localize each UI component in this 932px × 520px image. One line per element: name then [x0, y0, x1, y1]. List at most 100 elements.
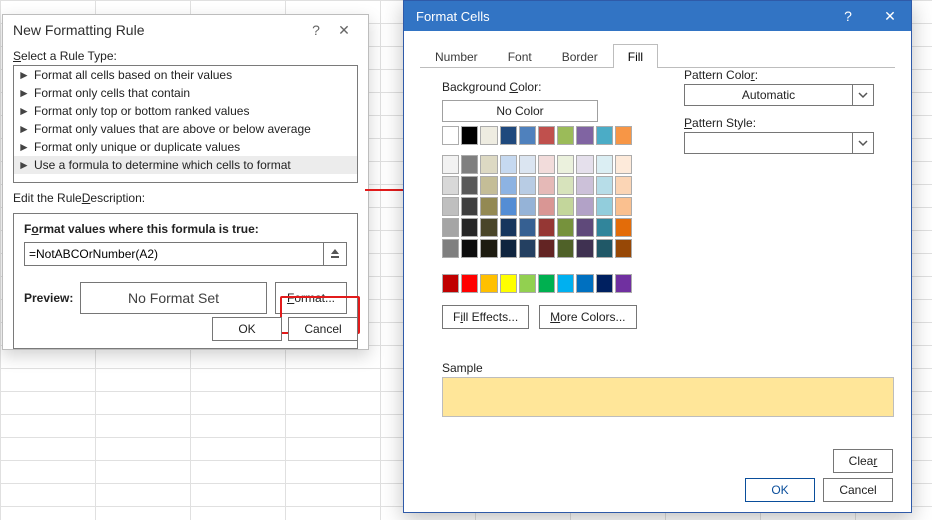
pattern-style-dropdown[interactable] — [684, 132, 874, 154]
clear-button[interactable]: Clear — [833, 449, 893, 473]
color-swatch[interactable] — [538, 197, 555, 216]
dialog-titlebar[interactable]: Format Cells ? ✕ — [404, 1, 911, 31]
color-swatch[interactable] — [480, 176, 497, 195]
color-swatch[interactable] — [538, 239, 555, 258]
format-button[interactable]: Format... — [275, 282, 347, 314]
color-swatch[interactable] — [480, 274, 497, 293]
cancel-button[interactable]: Cancel — [823, 478, 893, 502]
color-swatch[interactable] — [442, 274, 459, 293]
color-swatch[interactable] — [538, 176, 555, 195]
rule-type-item[interactable]: ►Format only unique or duplicate values — [14, 138, 357, 156]
color-swatch[interactable] — [461, 197, 478, 216]
color-swatch[interactable] — [538, 155, 555, 174]
color-swatch[interactable] — [596, 197, 613, 216]
rule-type-item[interactable]: ►Use a formula to determine which cells … — [14, 156, 357, 174]
color-swatch[interactable] — [576, 176, 593, 195]
color-swatch[interactable] — [596, 239, 613, 258]
formula-input[interactable] — [25, 244, 323, 264]
color-swatch[interactable] — [576, 274, 593, 293]
color-swatch[interactable] — [596, 176, 613, 195]
color-swatch[interactable] — [461, 239, 478, 258]
color-swatch[interactable] — [538, 218, 555, 237]
tab-number[interactable]: Number — [420, 44, 493, 68]
color-swatch[interactable] — [576, 218, 593, 237]
color-swatch[interactable] — [480, 218, 497, 237]
color-swatch[interactable] — [519, 274, 536, 293]
color-swatch[interactable] — [461, 155, 478, 174]
more-colors-button[interactable]: More Colors... — [539, 305, 636, 329]
color-swatch[interactable] — [576, 126, 593, 145]
color-swatch[interactable] — [557, 155, 574, 174]
color-swatch[interactable] — [557, 126, 574, 145]
color-swatch[interactable] — [519, 239, 536, 258]
color-swatch[interactable] — [500, 126, 517, 145]
color-swatch[interactable] — [480, 126, 497, 145]
color-swatch[interactable] — [576, 155, 593, 174]
color-swatch[interactable] — [538, 274, 555, 293]
color-swatch[interactable] — [519, 218, 536, 237]
color-swatch[interactable] — [461, 176, 478, 195]
color-swatch[interactable] — [519, 197, 536, 216]
color-swatch[interactable] — [538, 126, 555, 145]
color-swatch[interactable] — [461, 218, 478, 237]
color-swatch[interactable] — [615, 197, 632, 216]
color-swatch[interactable] — [442, 155, 459, 174]
color-swatch[interactable] — [461, 274, 478, 293]
color-swatch[interactable] — [576, 197, 593, 216]
color-swatch[interactable] — [615, 218, 632, 237]
color-swatch[interactable] — [461, 126, 478, 145]
color-swatch[interactable] — [557, 218, 574, 237]
color-swatch[interactable] — [480, 155, 497, 174]
rule-type-item[interactable]: ►Format all cells based on their values — [14, 66, 357, 84]
color-swatch[interactable] — [615, 176, 632, 195]
color-swatch[interactable] — [557, 197, 574, 216]
color-swatch[interactable] — [615, 126, 632, 145]
color-swatch[interactable] — [596, 126, 613, 145]
tab-font[interactable]: Font — [493, 44, 547, 68]
collapse-dialog-icon[interactable] — [323, 243, 346, 265]
rule-type-item[interactable]: ►Format only top or bottom ranked values — [14, 102, 357, 120]
dialog-titlebar[interactable]: New Formatting Rule ? ✕ — [3, 15, 368, 45]
color-swatch[interactable] — [615, 274, 632, 293]
color-swatch[interactable] — [519, 176, 536, 195]
color-swatch[interactable] — [500, 218, 517, 237]
color-swatch[interactable] — [519, 126, 536, 145]
color-swatch[interactable] — [596, 155, 613, 174]
pattern-color-dropdown[interactable]: Automatic — [684, 84, 874, 106]
color-swatch[interactable] — [500, 274, 517, 293]
cancel-button[interactable]: Cancel — [288, 317, 358, 341]
color-swatch[interactable] — [596, 274, 613, 293]
color-swatch[interactable] — [500, 155, 517, 174]
tab-border[interactable]: Border — [547, 44, 613, 68]
ok-button[interactable]: OK — [745, 478, 815, 502]
color-swatch[interactable] — [500, 176, 517, 195]
rule-type-item[interactable]: ►Format only values that are above or be… — [14, 120, 357, 138]
color-swatch[interactable] — [596, 218, 613, 237]
ok-button[interactable]: OK — [212, 317, 282, 341]
color-swatch[interactable] — [615, 239, 632, 258]
fill-effects-button[interactable]: Fill Effects... — [442, 305, 529, 329]
color-swatch[interactable] — [442, 197, 459, 216]
color-swatch[interactable] — [442, 239, 459, 258]
help-icon[interactable]: ? — [302, 22, 330, 38]
color-swatch[interactable] — [557, 239, 574, 258]
color-swatch[interactable] — [480, 239, 497, 258]
color-swatch[interactable] — [442, 176, 459, 195]
color-swatch[interactable] — [500, 197, 517, 216]
tab-fill[interactable]: Fill — [613, 44, 658, 68]
color-swatch[interactable] — [442, 126, 459, 145]
color-swatch[interactable] — [615, 155, 632, 174]
color-swatch[interactable] — [480, 197, 497, 216]
color-swatch[interactable] — [519, 155, 536, 174]
help-icon[interactable]: ? — [827, 1, 869, 31]
color-swatch[interactable] — [557, 274, 574, 293]
close-icon[interactable]: ✕ — [330, 22, 358, 39]
color-swatch[interactable] — [576, 239, 593, 258]
rule-type-list[interactable]: ►Format all cells based on their values►… — [13, 65, 358, 183]
rule-type-item[interactable]: ►Format only cells that contain — [14, 84, 357, 102]
color-swatch[interactable] — [442, 218, 459, 237]
color-swatch[interactable] — [500, 239, 517, 258]
close-icon[interactable]: ✕ — [869, 1, 911, 31]
color-swatch[interactable] — [557, 176, 574, 195]
no-color-button[interactable]: No Color — [442, 100, 598, 122]
